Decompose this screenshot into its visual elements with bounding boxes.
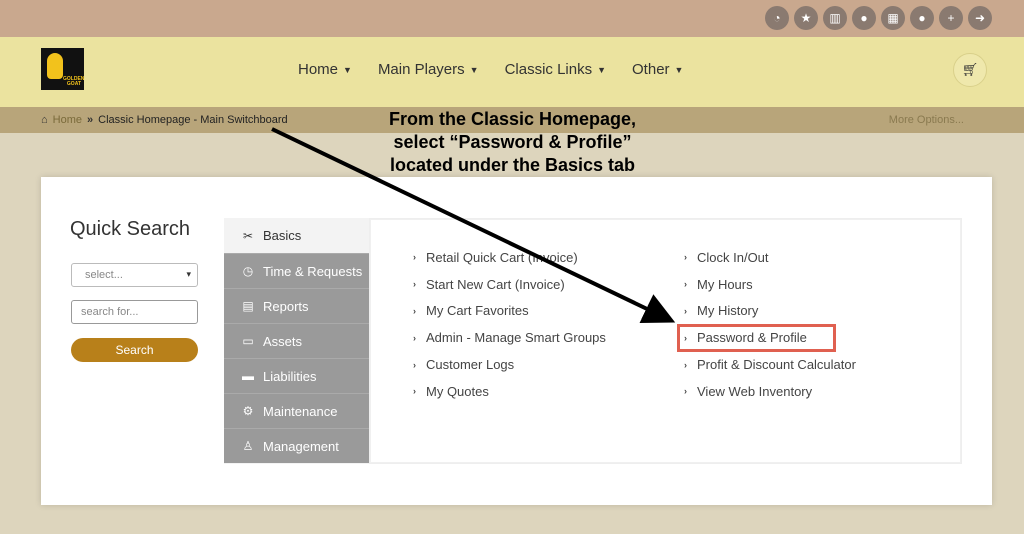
arrow-line (271, 127, 676, 324)
annotation-arrow (271, 127, 676, 324)
